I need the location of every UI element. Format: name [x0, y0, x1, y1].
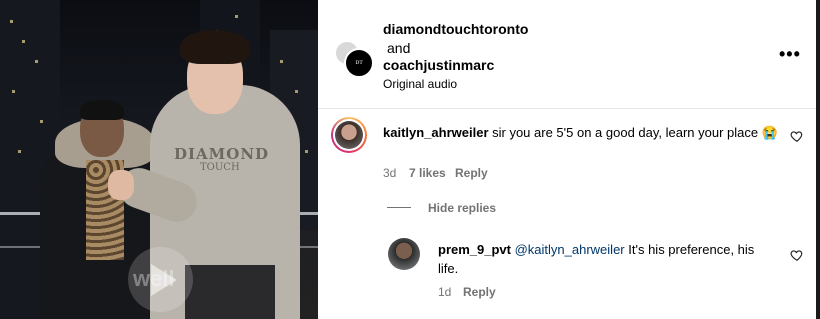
comment-body: sir you are 5'5 on a good day, learn you… — [488, 125, 778, 140]
person-left-hair — [80, 100, 124, 120]
heart-icon[interactable] — [790, 129, 804, 143]
comment-text: prem_9_pvt @kaitlyn_ahrweiler It's his p… — [438, 240, 778, 278]
avatar-frame — [333, 119, 365, 151]
post-panel: DT diamondtouchtoronto and coachjustinma… — [318, 0, 816, 319]
comment-time: 1d — [438, 285, 452, 299]
reply-button[interactable]: Reply — [455, 166, 488, 180]
play-icon — [150, 263, 177, 296]
heart-icon[interactable] — [790, 248, 804, 262]
comment-time: 3d — [383, 166, 397, 180]
hoodie-print-sub: TOUCH — [200, 162, 240, 173]
video-player[interactable]: DIAMOND TOUCH well — [0, 0, 318, 319]
collab-avatars[interactable]: DT — [334, 40, 374, 80]
avatar: DT — [344, 48, 374, 78]
avatar — [335, 121, 363, 149]
person-right-hair — [180, 30, 250, 64]
comment-username[interactable]: prem_9_pvt — [438, 242, 511, 257]
comment-username[interactable]: kaitlyn_ahrweiler — [383, 125, 489, 140]
comment-text: kaitlyn_ahrweiler sir you are 5'5 on a g… — [383, 123, 783, 142]
audio-label[interactable]: Original audio — [383, 77, 457, 91]
mention-link[interactable]: @kaitlyn_ahrweiler — [515, 242, 625, 257]
window-light — [305, 150, 308, 153]
post-header: DT diamondtouchtoronto and coachjustinma… — [318, 0, 816, 109]
window-light — [10, 20, 13, 23]
author-username[interactable]: diamondtouchtoronto — [383, 21, 528, 37]
more-options-icon[interactable]: ••• — [779, 44, 801, 65]
window-light — [280, 60, 283, 63]
comment-likes[interactable]: 7 likes — [409, 166, 446, 180]
person-right-hand — [108, 170, 134, 200]
window-light — [235, 15, 238, 18]
window-light — [35, 60, 38, 63]
collaborator-username[interactable]: coachjustinmarc — [383, 57, 494, 73]
person-right-pants — [185, 265, 275, 319]
hide-replies-button[interactable]: Hide replies — [428, 201, 496, 215]
window-light — [22, 40, 25, 43]
and-text: and — [387, 40, 411, 56]
play-button[interactable] — [128, 247, 193, 312]
window-light — [18, 150, 21, 153]
avatar[interactable] — [388, 238, 420, 270]
window-light — [40, 120, 43, 123]
story-ring-avatar[interactable] — [331, 117, 367, 153]
reply-button[interactable]: Reply — [463, 285, 496, 299]
hoodie-print: DIAMOND — [174, 145, 270, 163]
window-light — [295, 90, 298, 93]
divider — [387, 207, 411, 208]
window-light — [12, 90, 15, 93]
